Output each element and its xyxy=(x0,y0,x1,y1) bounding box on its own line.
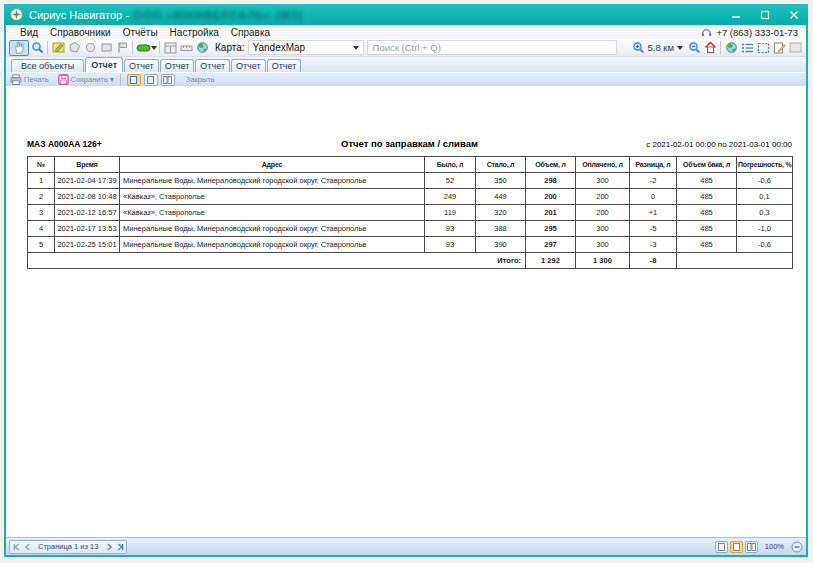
close-button[interactable] xyxy=(779,4,808,25)
status-bar: Страница 1 из 13 100% xyxy=(6,537,806,555)
app-icon xyxy=(10,8,23,21)
report-period: с 2021-02-01 00:00 по 2021-03-01 00:00 xyxy=(646,140,792,149)
tab-report-2[interactable]: Отчет xyxy=(124,59,159,72)
table-row: 42021-02-17 13:53Минеральные Воды, Минер… xyxy=(28,221,793,237)
main-toolbar: Карта: YandexMap Поиск (Ctrl + Q) 5.8 км xyxy=(6,39,806,57)
table-row: 22021-02-08 10:48«Кавказ», Ставрополье24… xyxy=(28,189,793,205)
view-fit-page-button[interactable] xyxy=(144,74,158,86)
print-button[interactable]: Печать xyxy=(10,74,49,85)
flag-tool-button[interactable] xyxy=(114,40,130,56)
zoom-out-button[interactable] xyxy=(686,40,702,56)
zoom-in-button[interactable] xyxy=(630,40,646,56)
zoom-tool-button[interactable] xyxy=(29,40,45,56)
report-table: №ВремяАдресБыло, лСтало, лОбъем, лОплаче… xyxy=(27,156,793,269)
first-page-button[interactable] xyxy=(11,541,22,553)
page-indicator: Страница 1 из 13 xyxy=(33,542,103,551)
selection-frame-button[interactable] xyxy=(755,40,771,56)
menu-directories[interactable]: Справочники xyxy=(44,27,117,38)
map-scale-value[interactable]: 5.8 км xyxy=(647,42,674,53)
scale-dropdown-arrow[interactable] xyxy=(677,46,683,50)
report-toolbar: Печать Сохранить Закрыть xyxy=(6,72,806,86)
search-input[interactable]: Поиск (Ctrl + Q) xyxy=(367,40,617,55)
menu-view[interactable]: Вид xyxy=(14,27,44,38)
tab-all-objects[interactable]: Все объекты xyxy=(11,59,84,72)
zoom-out-minus-icon[interactable] xyxy=(791,541,803,553)
save-button[interactable]: Сохранить xyxy=(58,74,114,85)
rectangle-tool-button[interactable] xyxy=(98,40,114,56)
window-title-masked: ООО «ЮНИВЕРСАЛЬ» (МЗ) xyxy=(134,9,303,21)
table-row: 12021-02-04 17:39Минеральные Воды, Минер… xyxy=(28,173,793,189)
globe-button[interactable] xyxy=(723,40,739,56)
pan-tool-button[interactable] xyxy=(9,40,29,56)
minimize-button[interactable] xyxy=(721,4,750,25)
view-single-page-button[interactable] xyxy=(127,74,141,86)
title-bar: Сириус Навигатор - ООО «ЮНИВЕРСАЛЬ» (МЗ) xyxy=(4,4,808,25)
table-row: 52021-02-25 15:01Минеральные Воды, Минер… xyxy=(28,237,793,253)
table-row: 32021-02-12 16:57«Кавказ», Ставрополье11… xyxy=(28,205,793,221)
vehicle-dropdown-arrow[interactable] xyxy=(151,46,157,50)
map-select[interactable]: YandexMap xyxy=(248,40,364,55)
table-header-row: №ВремяАдресБыло, лСтало, лОбъем, лОплаче… xyxy=(28,157,793,173)
image-button[interactable] xyxy=(787,40,803,56)
tab-report-4[interactable]: Отчет xyxy=(195,59,230,72)
report-page: МАЗ A000AA 126+ Отчет по заправкам / сли… xyxy=(6,86,806,537)
zoom-fit-width-button[interactable] xyxy=(730,541,743,553)
last-page-button[interactable] xyxy=(114,541,125,553)
ruler-button[interactable] xyxy=(178,40,194,56)
table-view-button[interactable] xyxy=(162,40,178,56)
map-label: Карта: xyxy=(215,42,245,53)
prev-page-button[interactable] xyxy=(22,541,33,553)
table-totals-row: Итого: 1 292 1 300 -8 xyxy=(28,253,793,269)
save-icon xyxy=(58,74,69,85)
tab-report-3[interactable]: Отчет xyxy=(160,59,195,72)
menu-bar: Вид Справочники Отчёты Настройка Справка… xyxy=(6,25,806,39)
map-dropdown-arrow xyxy=(353,46,359,50)
pagination: Страница 1 из 13 xyxy=(9,540,127,554)
next-page-button[interactable] xyxy=(103,541,114,553)
menu-reports[interactable]: Отчёты xyxy=(117,27,164,38)
tab-report-active[interactable]: Отчет xyxy=(85,57,123,72)
zoom-percent: 100% xyxy=(765,542,784,551)
printer-icon xyxy=(10,74,22,85)
save-dropdown-arrow[interactable] xyxy=(110,78,114,82)
tab-report-6[interactable]: Отчет xyxy=(267,59,302,72)
tab-report-5[interactable]: Отчет xyxy=(231,59,266,72)
menu-help[interactable]: Справка xyxy=(225,27,276,38)
window-title: Сириус Навигатор - xyxy=(29,9,129,21)
support-phone: +7 (863) 333-01-73 xyxy=(701,27,798,38)
circle-tool-button[interactable] xyxy=(82,40,98,56)
close-report-button[interactable]: Закрыть xyxy=(186,75,215,84)
edit-map-button[interactable] xyxy=(50,40,66,56)
zoom-multi-page-button[interactable] xyxy=(745,541,758,553)
edit-note-button[interactable] xyxy=(771,40,787,56)
zoom-single-page-button[interactable] xyxy=(715,541,728,553)
polygon-tool-button[interactable] xyxy=(66,40,82,56)
maximize-button[interactable] xyxy=(750,4,779,25)
menu-settings[interactable]: Настройка xyxy=(164,27,225,38)
app-window: Сириус Навигатор - ООО «ЮНИВЕРСАЛЬ» (МЗ)… xyxy=(4,4,808,557)
home-button[interactable] xyxy=(702,40,718,56)
view-multi-page-button[interactable] xyxy=(161,74,175,86)
vehicle-button[interactable] xyxy=(135,40,151,56)
globe-layers-button[interactable] xyxy=(194,40,210,56)
tab-strip: Все объекты Отчет Отчет Отчет Отчет Отче… xyxy=(6,57,806,72)
headset-icon xyxy=(701,27,712,38)
list-button[interactable] xyxy=(739,40,755,56)
